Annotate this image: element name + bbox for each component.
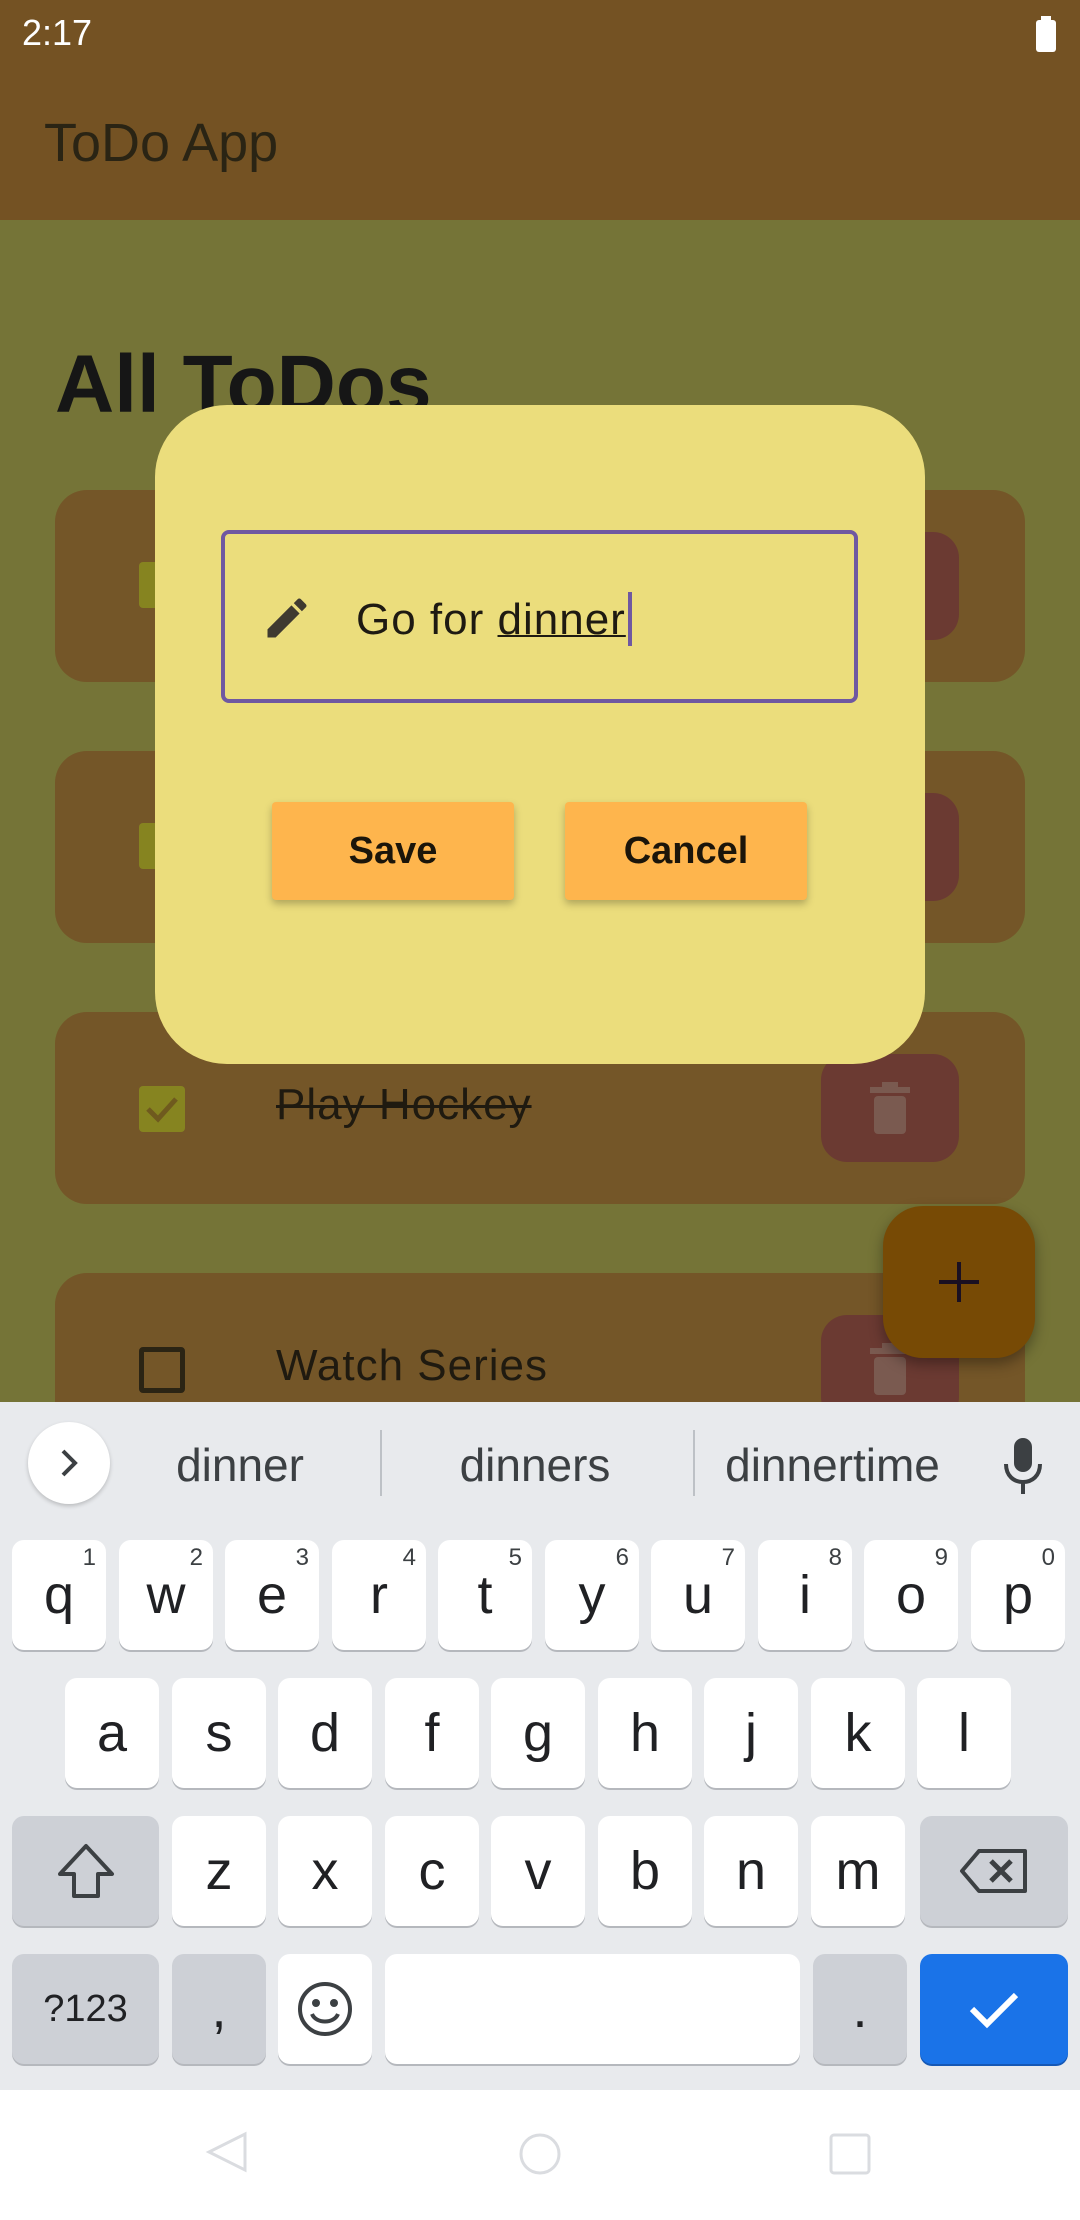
key-hint: 1 bbox=[82, 1544, 96, 1571]
expand-suggestions-button[interactable] bbox=[28, 1422, 110, 1504]
key-hint: 6 bbox=[615, 1544, 629, 1571]
key-w[interactable]: w2 bbox=[119, 1540, 213, 1650]
battery-icon bbox=[1036, 16, 1056, 52]
key-i[interactable]: i8 bbox=[758, 1540, 852, 1650]
backspace-key[interactable] bbox=[920, 1816, 1068, 1926]
suggestion-1[interactable]: dinner bbox=[150, 1438, 330, 1492]
key-u[interactable]: u7 bbox=[651, 1540, 745, 1650]
app-bar: ToDo App bbox=[0, 66, 1080, 220]
key-label: i bbox=[799, 1565, 811, 1625]
key-p[interactable]: p0 bbox=[971, 1540, 1065, 1650]
key-hint: 0 bbox=[1041, 1544, 1055, 1571]
key-label: w bbox=[146, 1565, 186, 1625]
todo-checkbox[interactable] bbox=[139, 1086, 185, 1132]
key-label: q bbox=[43, 1565, 75, 1625]
app-title: ToDo App bbox=[44, 113, 279, 173]
key-label: p bbox=[1002, 1565, 1034, 1625]
key-label: y bbox=[578, 1565, 606, 1625]
shift-key[interactable] bbox=[12, 1816, 159, 1926]
check-icon bbox=[969, 1992, 1019, 2029]
key-q[interactable]: q1 bbox=[12, 1540, 106, 1650]
suggestion-bar: dinner dinners dinnertime bbox=[0, 1402, 1080, 1526]
key-t[interactable]: t5 bbox=[438, 1540, 532, 1650]
chevron-right-icon bbox=[61, 1449, 78, 1477]
key-d[interactable]: d bbox=[278, 1678, 372, 1788]
input-text-plain: Go for bbox=[356, 595, 498, 644]
key-hint: 3 bbox=[295, 1544, 309, 1571]
key-h[interactable]: h bbox=[598, 1678, 692, 1788]
pencil-icon bbox=[267, 598, 307, 638]
enter-key[interactable] bbox=[920, 1954, 1068, 2064]
key-hint: 7 bbox=[721, 1544, 735, 1571]
key-label: u bbox=[682, 1565, 714, 1625]
comma-key[interactable]: , bbox=[172, 1954, 266, 2064]
key-k[interactable]: k bbox=[811, 1678, 905, 1788]
suggestion-divider bbox=[693, 1430, 695, 1496]
key-v[interactable]: v bbox=[491, 1816, 585, 1926]
key-b[interactable]: b bbox=[598, 1816, 692, 1926]
cancel-button[interactable]: Cancel bbox=[565, 802, 807, 900]
key-s[interactable]: s bbox=[172, 1678, 266, 1788]
add-todo-button[interactable] bbox=[883, 1206, 1035, 1358]
key-x[interactable]: x bbox=[278, 1816, 372, 1926]
todo-label: Watch Series bbox=[276, 1341, 549, 1390]
key-r[interactable]: r4 bbox=[332, 1540, 426, 1650]
key-label: t bbox=[477, 1565, 493, 1625]
key-l[interactable]: l bbox=[917, 1678, 1011, 1788]
key-m[interactable]: m bbox=[811, 1816, 905, 1926]
key-a[interactable]: a bbox=[65, 1678, 159, 1788]
status-time: 2:17 bbox=[22, 12, 93, 53]
text-cursor bbox=[627, 592, 632, 646]
key-e[interactable]: e3 bbox=[225, 1540, 319, 1650]
shift-icon bbox=[57, 1844, 114, 1898]
key-hint: 4 bbox=[402, 1544, 416, 1571]
recents-icon[interactable] bbox=[828, 2132, 872, 2176]
trash-icon bbox=[870, 1082, 910, 1134]
key-label: r bbox=[370, 1565, 388, 1625]
mic-icon[interactable] bbox=[1000, 1436, 1046, 1496]
check-icon bbox=[146, 1097, 178, 1123]
key-o[interactable]: o9 bbox=[864, 1540, 958, 1650]
key-g[interactable]: g bbox=[491, 1678, 585, 1788]
todo-label: Play Hockey bbox=[276, 1080, 532, 1129]
status-bar: 2:17 bbox=[0, 0, 1080, 66]
input-text-composing: dinner bbox=[497, 595, 626, 644]
todo-checkbox[interactable] bbox=[139, 1347, 185, 1393]
suggestion-3[interactable]: dinnertime bbox=[705, 1438, 960, 1492]
key-y[interactable]: y6 bbox=[545, 1540, 639, 1650]
home-icon[interactable] bbox=[518, 2132, 562, 2176]
emoji-key[interactable] bbox=[278, 1954, 372, 2064]
plus-icon bbox=[939, 1262, 979, 1302]
key-c[interactable]: c bbox=[385, 1816, 479, 1926]
key-hint: 2 bbox=[189, 1544, 203, 1571]
todo-text-field[interactable]: Go for dinner bbox=[221, 530, 858, 703]
space-key[interactable] bbox=[385, 1954, 800, 2064]
suggestion-divider bbox=[380, 1430, 382, 1496]
key-hint: 9 bbox=[934, 1544, 948, 1571]
key-label: e bbox=[256, 1565, 288, 1625]
todo-input-value: Go for dinner bbox=[356, 592, 632, 646]
suggestion-2[interactable]: dinners bbox=[430, 1438, 640, 1492]
key-n[interactable]: n bbox=[704, 1816, 798, 1926]
back-icon[interactable] bbox=[205, 2130, 249, 2174]
key-j[interactable]: j bbox=[704, 1678, 798, 1788]
system-nav-bar bbox=[0, 2090, 1080, 2220]
backspace-icon bbox=[960, 1849, 1027, 1893]
period-key[interactable]: . bbox=[813, 1954, 907, 2064]
emoji-icon bbox=[298, 1982, 352, 2036]
key-hint: 5 bbox=[508, 1544, 522, 1571]
key-label: o bbox=[895, 1565, 927, 1625]
key-hint: 8 bbox=[828, 1544, 842, 1571]
symbols-key[interactable]: ?123 bbox=[12, 1954, 159, 2064]
key-f[interactable]: f bbox=[385, 1678, 479, 1788]
soft-keyboard: dinner dinners dinnertime q1 w2 e3 r4 t5… bbox=[0, 1402, 1080, 2090]
edit-todo-dialog: Go for dinner Save Cancel bbox=[155, 405, 925, 1064]
save-button[interactable]: Save bbox=[272, 802, 514, 900]
key-z[interactable]: z bbox=[172, 1816, 266, 1926]
delete-button[interactable] bbox=[821, 1054, 959, 1162]
